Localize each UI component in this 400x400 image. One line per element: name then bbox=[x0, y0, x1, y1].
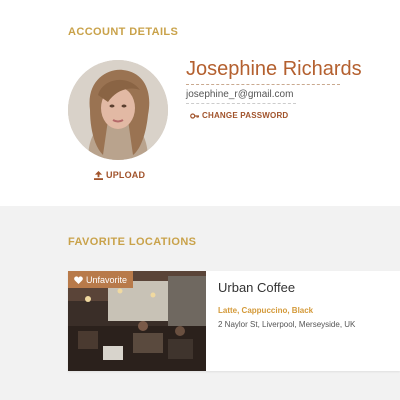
key-icon bbox=[190, 112, 199, 119]
upload-label: UPLOAD bbox=[106, 170, 146, 180]
account-details-title: ACCOUNT DETAILS bbox=[68, 26, 179, 38]
location-name[interactable]: Urban Coffee bbox=[218, 280, 295, 295]
location-card[interactable]: Unfavorite Urban Coffee Latte, Cappuccin… bbox=[68, 271, 400, 371]
heart-icon bbox=[74, 275, 83, 284]
upload-icon bbox=[94, 170, 103, 180]
location-drinks: Latte, Cappuccino, Black bbox=[218, 306, 314, 315]
email-field[interactable]: josephine_r@gmail.com bbox=[186, 89, 296, 104]
avatar-photo bbox=[68, 60, 168, 160]
location-address: 2 Naylor St, Liverpool, Merseyside, UK bbox=[218, 320, 356, 329]
upload-button[interactable]: UPLOAD bbox=[94, 170, 145, 180]
account-details-section: ACCOUNT DETAILS UPLOAD Josephine Richard… bbox=[0, 0, 400, 206]
location-photo: Unfavorite bbox=[68, 271, 206, 371]
favorite-locations-title: FAVORITE LOCATIONS bbox=[68, 236, 197, 248]
profile-name[interactable]: Josephine Richards bbox=[186, 58, 362, 85]
unfavorite-button[interactable]: Unfavorite bbox=[68, 271, 134, 288]
avatar bbox=[68, 60, 168, 160]
change-password-label: CHANGE PASSWORD bbox=[202, 111, 289, 120]
change-password-button[interactable]: CHANGE PASSWORD bbox=[190, 111, 288, 120]
unfavorite-label: Unfavorite bbox=[86, 274, 128, 285]
